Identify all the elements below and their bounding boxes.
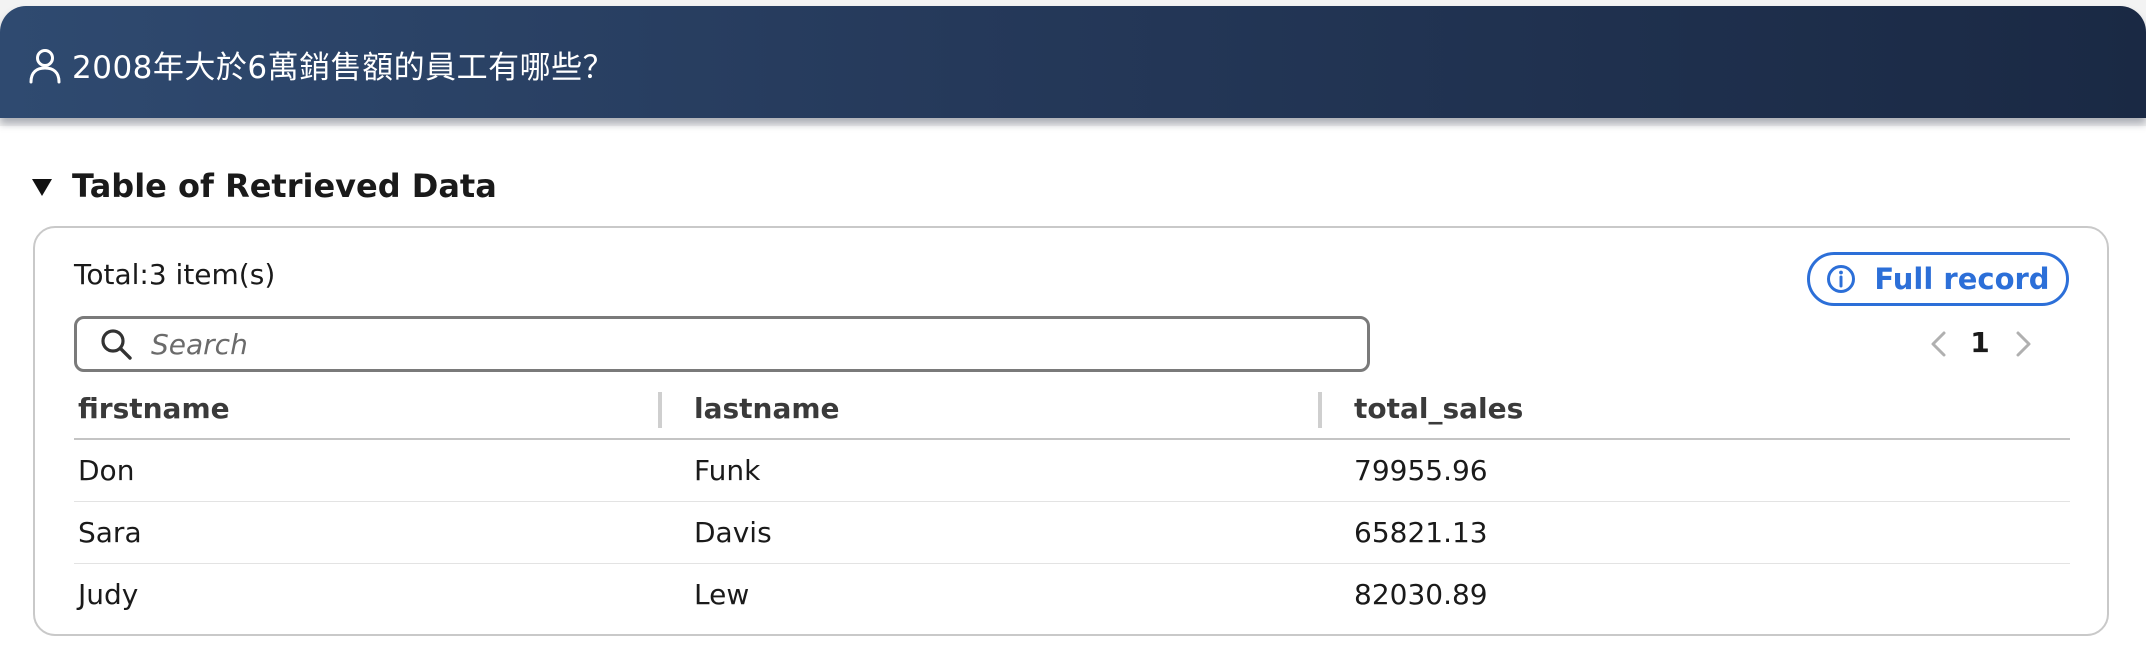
table-header: firstname lastname total_sales (74, 384, 2070, 440)
cell-lastname: Funk (694, 454, 761, 487)
search-box[interactable] (74, 316, 1370, 372)
table-section-toggle[interactable]: Table of Retrieved Data (32, 166, 497, 206)
current-page[interactable]: 1 (1966, 326, 1994, 359)
total-count: Total:3 item(s) (74, 258, 276, 291)
cell-firstname: Judy (78, 578, 139, 611)
cell-total-sales: 65821.13 (1354, 516, 1488, 549)
full-record-button[interactable]: Full record (1807, 252, 2069, 306)
column-header-total-sales[interactable]: total_sales (1354, 392, 1523, 425)
pagination: 1 (1920, 322, 2060, 366)
user-icon (29, 49, 61, 84)
cell-firstname: Don (78, 454, 135, 487)
search-input[interactable] (151, 322, 1331, 366)
column-resize-handle[interactable] (658, 392, 662, 428)
table-row: Don Funk 79955.96 (74, 440, 2070, 502)
question-header: 2008年大於6萬銷售額的員工有哪些？ (0, 6, 2146, 118)
data-table: firstname lastname total_sales Don Funk … (74, 384, 2070, 625)
column-resize-handle[interactable] (1318, 392, 1322, 428)
chevron-left-icon[interactable] (1928, 330, 1950, 358)
info-icon (1827, 265, 1856, 293)
search-icon (101, 329, 132, 360)
chevron-right-icon[interactable] (2012, 330, 2034, 358)
caret-down-icon (32, 178, 52, 196)
cell-lastname: Lew (694, 578, 750, 611)
cell-firstname: Sara (78, 516, 142, 549)
cell-lastname: Davis (694, 516, 772, 549)
full-record-label: Full record (1874, 262, 2050, 296)
cell-total-sales: 79955.96 (1354, 454, 1488, 487)
cell-total-sales: 82030.89 (1354, 578, 1488, 611)
question-text: 2008年大於6萬銷售額的員工有哪些？ (72, 50, 615, 86)
table-row: Judy Lew 82030.89 (74, 564, 2070, 625)
section-title: Table of Retrieved Data (72, 167, 497, 205)
column-header-lastname[interactable]: lastname (694, 392, 840, 425)
column-header-firstname[interactable]: firstname (78, 392, 230, 425)
table-row: Sara Davis 65821.13 (74, 502, 2070, 564)
